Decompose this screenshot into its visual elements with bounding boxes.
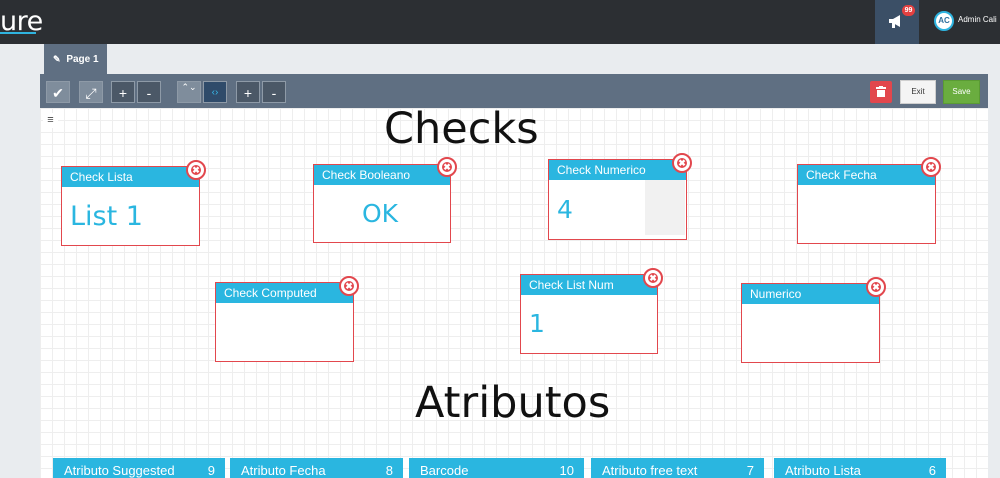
widget-title: Check Fecha <box>798 165 935 185</box>
attribute-label: Atributo Lista <box>785 463 861 478</box>
logo-underline <box>0 32 36 34</box>
remove-widget-check-numerico[interactable]: ✖ <box>672 153 692 173</box>
section-title-atributos: Atributos <box>415 378 611 428</box>
trash-icon <box>876 86 886 97</box>
remove-widget-check-booleano[interactable]: ✖ <box>437 157 457 177</box>
zoom-out-button[interactable]: - <box>137 81 161 103</box>
close-icon: ✖ <box>649 273 657 283</box>
widget-check-numerico[interactable]: Check Numerico 4 <box>548 159 687 240</box>
vertical-spacing-button[interactable]: ⌃⌄ <box>177 81 201 103</box>
remove-widget-check-list-num[interactable]: ✖ <box>643 268 663 288</box>
attribute-count: 7 <box>746 463 754 478</box>
hamburger-menu-icon[interactable]: ≡ <box>43 113 58 128</box>
widget-check-booleano[interactable]: Check Booleano OK <box>313 164 451 243</box>
remove-widget-numerico[interactable]: ✖ <box>866 277 886 297</box>
check-button[interactable]: ✔ <box>46 81 70 103</box>
widget-value: 1 <box>529 309 545 338</box>
notification-count-badge: 99 <box>902 5 915 16</box>
attribute-tile[interactable]: Barcode 10 <box>409 458 584 478</box>
save-button[interactable]: Save <box>943 80 980 104</box>
close-icon: ✖ <box>443 162 451 172</box>
widget-title: Check Computed <box>216 283 353 303</box>
widget-check-fecha[interactable]: Check Fecha <box>797 164 936 244</box>
widget-value: List 1 <box>70 201 143 232</box>
attribute-count: 6 <box>928 463 936 478</box>
attribute-tile[interactable]: Atributo Fecha 8 <box>230 458 403 478</box>
delete-button[interactable] <box>870 81 892 103</box>
widget-check-computed[interactable]: Check Computed <box>215 282 354 362</box>
user-avatar[interactable]: AC <box>934 11 954 31</box>
widget-title: Check Numerico <box>549 160 686 180</box>
attribute-label: Atributo free text <box>602 463 698 478</box>
attribute-count: 8 <box>385 463 393 478</box>
add-button[interactable]: + <box>236 81 260 103</box>
attribute-label: Atributo Fecha <box>241 463 326 478</box>
attribute-count: 9 <box>207 463 215 478</box>
attribute-label: Barcode <box>420 463 469 478</box>
attribute-tile[interactable]: Atributo Suggested 9 <box>53 458 225 478</box>
remove-widget-check-lista[interactable]: ✖ <box>186 160 206 180</box>
horizontal-spacing-button[interactable]: ‹› <box>203 81 227 103</box>
resize-button[interactable]: ⤢ <box>79 81 103 103</box>
widget-value: 4 <box>557 195 573 224</box>
remove-widget-check-fecha[interactable]: ✖ <box>921 157 941 177</box>
editor-toolbar: ✔ ⤢ + - ⌃⌄ ‹› + - <box>40 74 988 108</box>
widget-numerico[interactable]: Numerico <box>741 283 880 363</box>
attribute-count: 10 <box>559 463 574 478</box>
widget-value: OK <box>362 199 399 228</box>
widget-check-list-num[interactable]: Check List Num 1 <box>520 274 658 354</box>
megaphone-icon <box>889 15 900 28</box>
top-navigation-bar: ure 99 AC Admin Cali <box>0 0 1000 44</box>
widget-check-lista[interactable]: Check Lista List 1 <box>61 166 200 246</box>
close-icon: ✖ <box>345 281 353 291</box>
close-icon: ✖ <box>678 158 686 168</box>
user-name[interactable]: Admin Cali <box>958 15 997 24</box>
exit-button[interactable]: Exit <box>900 80 936 104</box>
widget-scroll-area[interactable] <box>645 180 685 235</box>
zoom-in-button[interactable]: + <box>111 81 135 103</box>
widget-title: Check Lista <box>62 167 199 187</box>
widget-title: Check Booleano <box>314 165 450 185</box>
tab-page-1[interactable]: ✎ Page 1 <box>44 44 107 74</box>
close-icon: ✖ <box>927 162 935 172</box>
notifications-button[interactable]: 99 <box>875 0 919 44</box>
pencil-icon: ✎ <box>53 54 61 64</box>
remove-widget-check-computed[interactable]: ✖ <box>339 276 359 296</box>
tab-label: Page 1 <box>66 54 99 65</box>
section-title-checks: Checks <box>384 104 539 154</box>
widget-title: Numerico <box>742 284 879 304</box>
attribute-tile[interactable]: Atributo free text 7 <box>591 458 764 478</box>
widget-title: Check List Num <box>521 275 657 295</box>
attribute-tile[interactable]: Atributo Lista 6 <box>774 458 946 478</box>
close-icon: ✖ <box>192 165 200 175</box>
attribute-label: Atributo Suggested <box>64 463 175 478</box>
remove-button[interactable]: - <box>262 81 286 103</box>
close-icon: ✖ <box>872 282 880 292</box>
